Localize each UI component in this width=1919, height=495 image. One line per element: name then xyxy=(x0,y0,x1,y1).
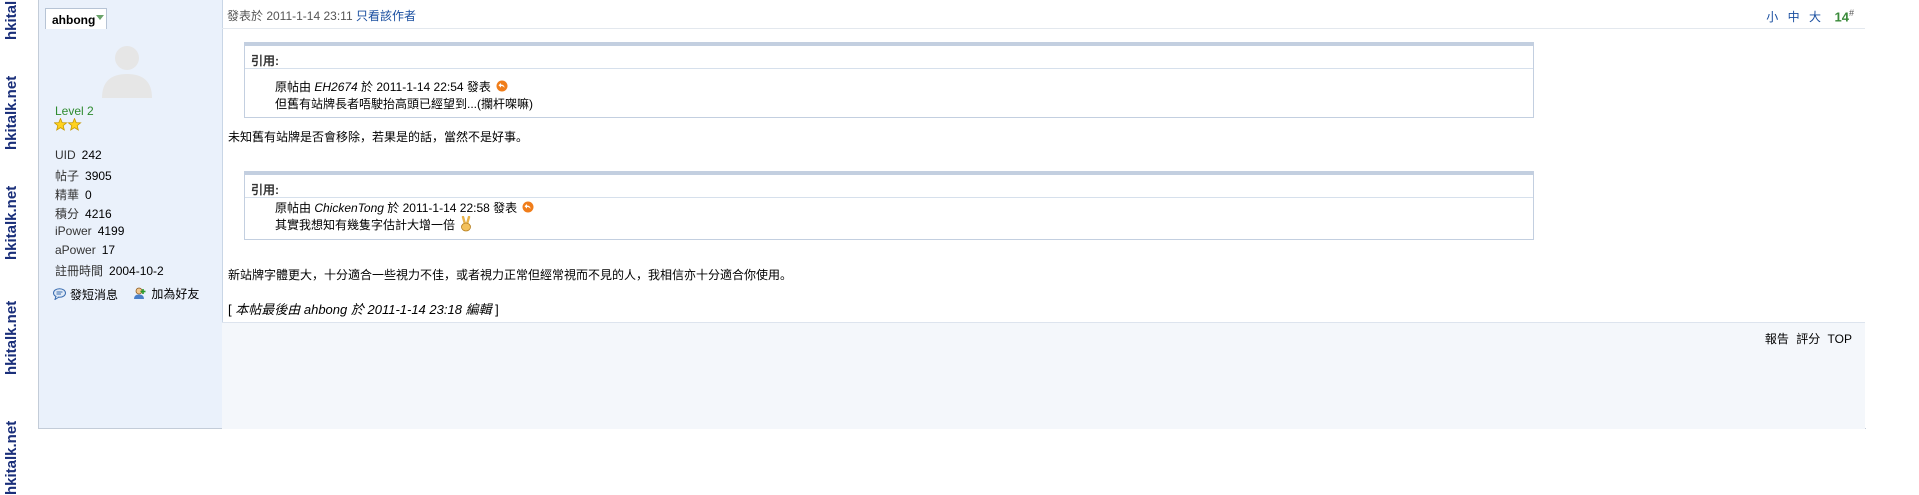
chevron-down-icon[interactable] xyxy=(96,15,104,20)
quote-origin: 原帖由 EH2674 於 2011-1-14 22:54 發表 xyxy=(275,78,508,95)
quote-origin-prefix: 原帖由 xyxy=(275,201,315,215)
font-large-link[interactable]: 大 xyxy=(1809,10,1824,24)
watermark-text: hkitalk.net xyxy=(3,0,20,40)
font-small-link[interactable]: 小 xyxy=(1766,10,1781,24)
send-message-link[interactable]: 發短消息 xyxy=(53,286,118,303)
reply-text: 新站牌字體更大，十分適合一些視力不佳，或者視力正常但經常視而不見的人，我相信亦十… xyxy=(228,268,793,282)
stat-register-date: 註冊時間 2004-10-2 xyxy=(55,262,164,279)
stat-posts: 帖子 3905 xyxy=(55,167,112,184)
stat-apower: aPower 17 xyxy=(55,243,115,257)
message-icon xyxy=(53,288,66,300)
stat-value: 4216 xyxy=(85,207,112,221)
add-friend-icon xyxy=(134,287,146,299)
user-level: Level 2 xyxy=(55,104,94,118)
stat-label: 精華 xyxy=(55,188,80,202)
font-size-switcher: 小 中 大 xyxy=(1766,8,1824,25)
edit-note-mid: 於 xyxy=(347,302,368,317)
stat-label: aPower xyxy=(55,243,96,257)
quote-label: 引用: xyxy=(251,54,279,68)
stat-uid: UID 242 xyxy=(55,148,102,162)
author-sidebar: ahbong Level 2 UID 242 帖子 3905 精華 0 積分 4216 … xyxy=(39,0,223,428)
add-friend-label[interactable]: 加為好友 xyxy=(151,285,199,302)
header-divider xyxy=(222,28,1865,29)
edit-note-prefix: 本帖最後由 xyxy=(235,302,304,317)
victory-hand-emoticon-icon xyxy=(461,215,472,232)
quote-author: ChickenTong xyxy=(314,201,384,215)
watermark-text: hkitalk.net xyxy=(3,185,20,260)
post-timestamp: 發表於 2011-1-14 23:11 xyxy=(227,9,353,23)
quote-label: 引用: xyxy=(251,183,279,197)
edit-note-user: ahbong xyxy=(303,302,348,317)
stat-value: 17 xyxy=(101,243,116,257)
avatar xyxy=(102,46,152,98)
stat-label: 註冊時間 xyxy=(55,264,104,278)
watermark-text: hkitalk.net xyxy=(3,75,20,150)
stat-label: 積分 xyxy=(55,207,80,221)
font-medium-link[interactable]: 中 xyxy=(1788,10,1803,24)
quote-author: EH2674 xyxy=(314,80,358,94)
stat-credits: 積分 4216 xyxy=(55,205,112,222)
post-footer-links: 報告 評分 TOP xyxy=(1761,330,1852,347)
edit-note-suffix: 編輯 xyxy=(461,302,492,317)
stat-label: iPower xyxy=(55,224,92,238)
stat-label: UID xyxy=(55,148,76,162)
quote-header: 引用: xyxy=(245,43,1533,69)
author-actions: 發短消息 加為好友 xyxy=(53,285,211,303)
quote-origin-suffix: 於 2011-1-14 22:58 發表 xyxy=(383,201,518,215)
quote-text-content: 其實我想知有幾隻字估計大增一倍 xyxy=(275,218,456,232)
quote-header: 引用: xyxy=(245,172,1533,198)
floor-value[interactable]: 14 xyxy=(1835,9,1849,24)
post-footer xyxy=(222,322,1865,429)
quote-block: 引用: 原帖由 EH2674 於 2011-1-14 22:54 發表 但舊有站… xyxy=(244,42,1534,118)
floor-suffix: # xyxy=(1848,8,1854,18)
stat-label: 帖子 xyxy=(55,169,80,183)
edit-note-close: ] xyxy=(491,302,499,317)
report-link[interactable]: 報告 xyxy=(1765,332,1789,346)
post-meta: 發表於 2011-1-14 23:11 只看該作者 xyxy=(227,7,416,24)
stat-value: 4199 xyxy=(97,224,125,238)
goto-post-icon[interactable] xyxy=(522,201,534,213)
author-name[interactable]: ahbong xyxy=(52,13,95,27)
watermark-text: hkitalk.net xyxy=(3,300,20,375)
quote-origin: 原帖由 ChickenTong 於 2011-1-14 22:58 發表 xyxy=(275,199,534,216)
stat-ipower: iPower 4199 xyxy=(55,224,124,238)
send-message-label[interactable]: 發短消息 xyxy=(70,286,118,303)
stat-value: 2004-10-2 xyxy=(109,264,164,278)
floor-number[interactable]: 14# xyxy=(1835,8,1854,24)
top-link[interactable]: TOP xyxy=(1828,332,1852,346)
only-author-link[interactable]: 只看該作者 xyxy=(356,9,416,23)
stat-value: 0 xyxy=(85,188,92,202)
forum-post: ahbong Level 2 UID 242 帖子 3905 精華 0 積分 4216 … xyxy=(38,0,1867,429)
goto-post-icon[interactable] xyxy=(496,80,508,92)
quote-text: 其實我想知有幾隻字估計大增一倍 xyxy=(275,215,472,233)
quote-text: 但舊有站牌長者唔駛抬高頭已經望到...(攔杆㗎嘛) xyxy=(275,97,533,111)
stat-digest: 精華 0 xyxy=(55,186,92,203)
watermark-text: hkitalk.net xyxy=(3,420,20,495)
reply-text: 未知舊有站牌是否會移除，若果是的話，當然不是好事。 xyxy=(228,130,529,144)
star-icon xyxy=(53,117,82,131)
edit-note-time: 2011-1-14 23:18 xyxy=(367,302,462,317)
edit-note: [ 本帖最後由 ahbong 於 2011-1-14 23:18 編輯 ] xyxy=(228,299,499,318)
add-friend-link[interactable]: 加為好友 xyxy=(133,285,199,302)
quote-block: 引用: 原帖由 ChickenTong 於 2011-1-14 22:58 發表… xyxy=(244,171,1534,240)
page-margin xyxy=(1866,0,1919,432)
author-menu-tab[interactable]: ahbong xyxy=(45,8,107,29)
quote-origin-suffix: 於 2011-1-14 22:54 發表 xyxy=(357,80,491,94)
quote-origin-prefix: 原帖由 xyxy=(275,80,315,94)
stat-value: 3905 xyxy=(85,169,112,183)
rank-stars xyxy=(53,117,82,134)
stat-value: 242 xyxy=(81,148,102,162)
rate-link[interactable]: 評分 xyxy=(1796,332,1820,346)
watermark-strip: hkitalk.net hkitalk.net hkitalk.net hkit… xyxy=(0,0,22,495)
